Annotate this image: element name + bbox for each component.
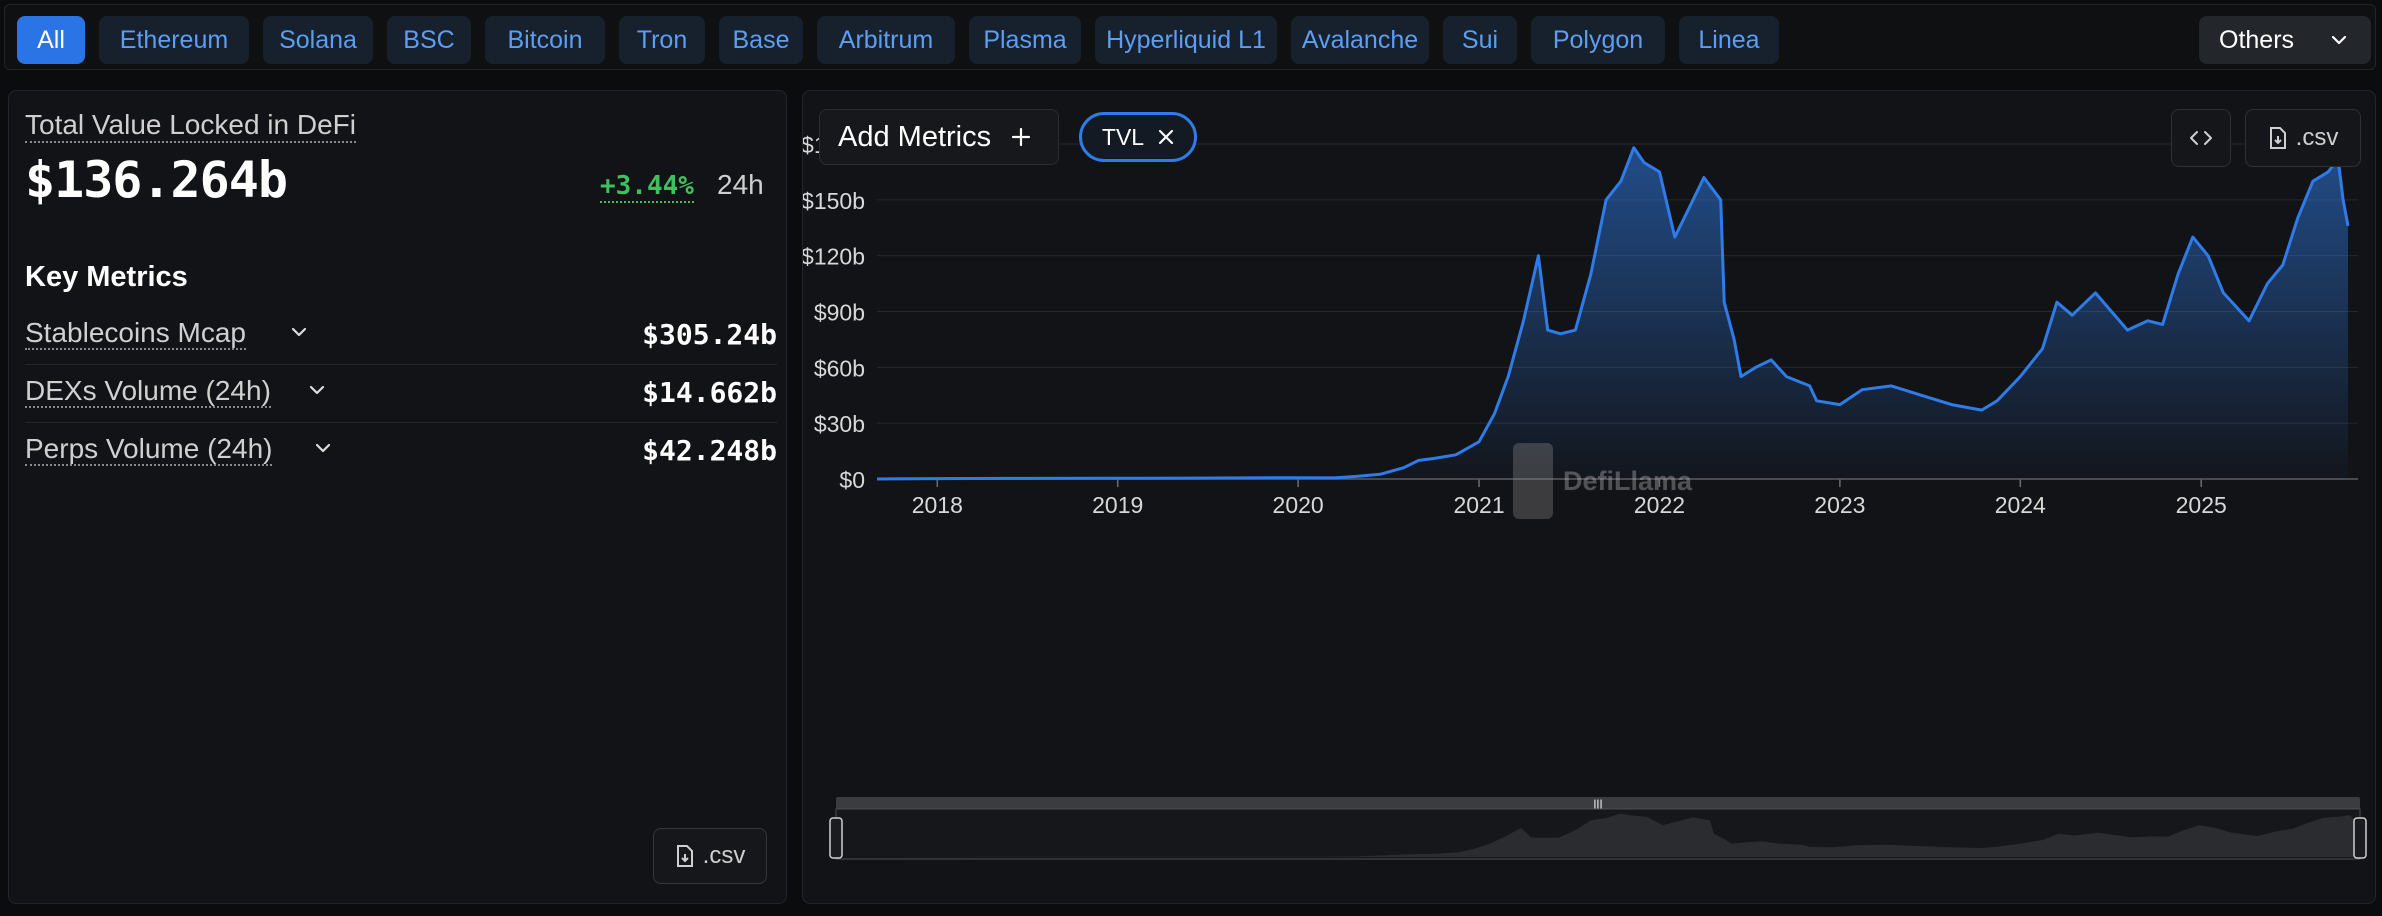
csv-label: .csv xyxy=(702,842,746,869)
x-tick-label: 2025 xyxy=(2176,492,2227,518)
y-tick-label: $150b xyxy=(803,188,865,214)
chain-filter-bar: Others All Ethereum Solana BSC Bitcoin Tron Ba… xyxy=(4,4,2376,70)
chain-filter-solana[interactable]: Solana xyxy=(263,16,373,64)
zoom-handle-right[interactable] xyxy=(2353,817,2367,859)
x-tick-label: 2024 xyxy=(1995,492,2046,518)
y-tick-label: $90b xyxy=(814,300,865,326)
chain-filter-avalanche[interactable]: Avalanche xyxy=(1291,16,1429,64)
metric-label[interactable]: Perps Volume (24h) xyxy=(25,434,273,466)
chart-csv-button[interactable]: .csv xyxy=(2245,109,2361,167)
chain-filter-arbitrum[interactable]: Arbitrum xyxy=(817,16,955,64)
llama-logo-icon xyxy=(1513,443,1553,519)
chevron-down-icon xyxy=(2331,35,2347,45)
defillama-watermark: DefiLlama xyxy=(1511,441,1692,521)
tvl-area xyxy=(877,147,2348,479)
metric-value: $14.662b xyxy=(642,376,777,409)
y-tick-label: $120b xyxy=(803,244,865,270)
chart-panel: $0$30b$60b$90b$120b$150b$180b 2018201920… xyxy=(802,90,2376,904)
metric-label[interactable]: Stablecoins Mcap xyxy=(25,318,247,350)
metrics-csv-button[interactable]: .csv xyxy=(653,828,767,884)
chain-filter-bitcoin[interactable]: Bitcoin xyxy=(485,16,605,64)
tvl-title[interactable]: Total Value Locked in DeFi xyxy=(25,109,356,143)
metric-value: $42.248b xyxy=(642,434,777,467)
y-tick-label: $30b xyxy=(814,411,865,437)
x-tick-label: 2023 xyxy=(1814,492,1865,518)
metric-row-stablecoins[interactable]: Stablecoins Mcap $305.24b xyxy=(25,308,777,365)
metric-value: $305.24b xyxy=(642,318,777,351)
close-icon[interactable] xyxy=(1158,129,1174,145)
others-label: Others xyxy=(2219,25,2295,54)
add-metrics-label: Add Metrics xyxy=(838,120,992,153)
chain-filter-base[interactable]: Base xyxy=(719,16,803,64)
chain-filter-bsc[interactable]: BSC xyxy=(387,16,471,64)
metric-label[interactable]: DEXs Volume (24h) xyxy=(25,376,271,408)
x-tick-label: 2021 xyxy=(1453,492,1504,518)
chain-filter-ethereum[interactable]: Ethereum xyxy=(99,16,249,64)
metric-row-perps-volume[interactable]: Perps Volume (24h) $42.248b xyxy=(25,424,777,480)
active-metric-label: TVL xyxy=(1101,123,1145,150)
csv-label: .csv xyxy=(2295,124,2339,151)
watermark-text: DefiLlama xyxy=(1563,465,1693,496)
chain-filter-polygon[interactable]: Polygon xyxy=(1531,16,1665,64)
x-tick-label: 2020 xyxy=(1273,492,1324,518)
chevron-down-icon[interactable] xyxy=(313,438,333,458)
chain-filter-tron[interactable]: Tron xyxy=(619,16,705,64)
y-tick-label: $0 xyxy=(839,467,865,493)
embed-code-button[interactable] xyxy=(2171,109,2231,167)
others-dropdown[interactable]: Others xyxy=(2199,16,2371,64)
tvl-change-period: 24h xyxy=(717,169,764,200)
chain-filter-all[interactable]: All xyxy=(17,16,85,64)
chain-filter-hyperliquid-l1[interactable]: Hyperliquid L1 xyxy=(1095,16,1277,64)
zoom-slider[interactable]: ||| xyxy=(829,797,2367,860)
download-file-icon xyxy=(676,845,693,867)
y-tick-label: $60b xyxy=(814,355,865,381)
x-tick-label: 2018 xyxy=(912,492,963,518)
key-metrics-title: Key Metrics xyxy=(25,261,188,293)
download-file-icon xyxy=(2269,127,2286,149)
code-icon xyxy=(2190,131,2212,145)
tvl-summary-panel: Total Value Locked in DeFi $136.264b +3.… xyxy=(8,90,787,904)
tvl-change[interactable]: +3.44% xyxy=(600,171,694,203)
add-metrics-button[interactable]: Add Metrics xyxy=(819,109,1059,165)
chain-filter-sui[interactable]: Sui xyxy=(1443,16,1517,64)
metric-row-dex-volume[interactable]: DEXs Volume (24h) $14.662b xyxy=(25,366,777,423)
chevron-down-icon[interactable] xyxy=(289,322,309,342)
tvl-value: $136.264b xyxy=(25,151,288,209)
plus-icon xyxy=(1012,127,1031,147)
active-metric-chip[interactable]: TVL xyxy=(1079,112,1197,162)
chain-filter-plasma[interactable]: Plasma xyxy=(969,16,1081,64)
chain-filter-linea[interactable]: Linea xyxy=(1679,16,1779,64)
zoom-handle-left[interactable] xyxy=(829,817,843,859)
chevron-down-icon[interactable] xyxy=(307,380,327,400)
x-tick-label: 2019 xyxy=(1092,492,1143,518)
